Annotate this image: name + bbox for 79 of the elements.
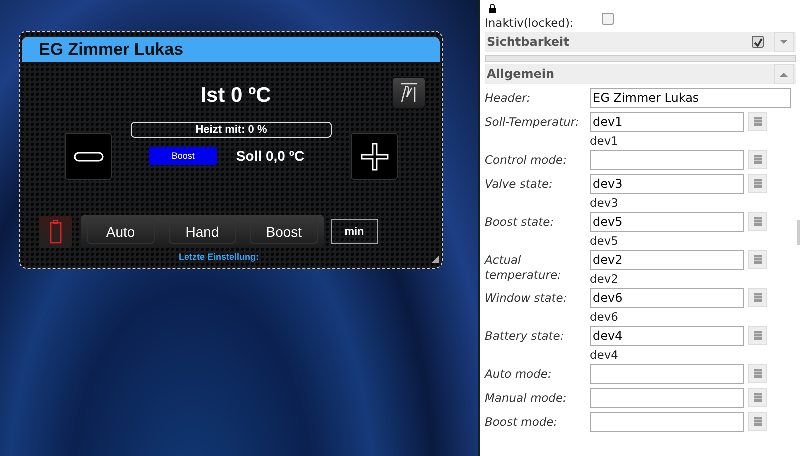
mode-button[interactable]: Boost xyxy=(250,219,318,244)
field-label: Control mode: xyxy=(485,152,568,168)
field-label: Auto mode: xyxy=(485,366,553,382)
actual-temperature: Ist 0 ºC xyxy=(200,84,272,108)
increase-button[interactable] xyxy=(351,133,398,180)
collapse-icon xyxy=(780,72,788,76)
section-header[interactable]: Allgemein xyxy=(485,64,796,84)
list-icon xyxy=(754,293,762,302)
list-icon xyxy=(754,155,762,164)
field-label: Window state: xyxy=(485,290,568,306)
binding-input[interactable] xyxy=(590,364,744,384)
select-object-button[interactable] xyxy=(748,250,767,269)
locked-label: Inaktiv(locked): xyxy=(485,16,574,30)
field-label: Header: xyxy=(485,90,532,106)
select-object-button[interactable] xyxy=(748,388,767,407)
mode-button[interactable]: Auto xyxy=(87,219,155,244)
binding-input[interactable] xyxy=(590,150,744,170)
binding-hint: dev2 xyxy=(590,271,620,287)
text-input[interactable]: EG Zimmer Lukas xyxy=(590,88,791,108)
list-icon xyxy=(754,393,762,402)
binding-input[interactable] xyxy=(590,412,744,432)
binding-input[interactable]: dev6 xyxy=(590,288,744,308)
field-label: Boost state: xyxy=(485,214,556,230)
setpoint-temperature: Soll 0,0 ºC xyxy=(236,148,305,164)
section-toggle[interactable] xyxy=(774,64,794,84)
binding-hint: dev1 xyxy=(590,133,620,149)
plus-icon xyxy=(360,142,390,172)
list-icon xyxy=(754,417,762,426)
field-label: Manual mode: xyxy=(485,390,568,406)
section-header[interactable]: Sichtbarkeit xyxy=(485,32,796,52)
select-object-button[interactable] xyxy=(748,364,767,383)
visibility-checkbox[interactable] xyxy=(752,36,764,48)
list-icon xyxy=(754,255,762,264)
list-icon xyxy=(754,117,762,126)
scrollbar[interactable] xyxy=(797,220,800,245)
binding-input[interactable]: dev3 xyxy=(590,174,744,194)
boost-badge: Boost xyxy=(149,147,218,165)
binding-input[interactable]: dev2 xyxy=(590,250,744,270)
section-title: Allgemein xyxy=(487,67,556,81)
select-object-button[interactable] xyxy=(748,212,767,231)
field-label: Soll-Temperatur: xyxy=(485,114,580,130)
list-icon xyxy=(754,369,762,378)
battery-icon xyxy=(50,220,62,244)
select-object-button[interactable] xyxy=(748,288,767,307)
minus-icon xyxy=(74,150,104,162)
heating-indicator: Heizt mit: 0 % xyxy=(131,122,332,138)
lock-icon xyxy=(489,4,496,13)
field-label: Boost mode: xyxy=(485,414,559,430)
binding-hint: dev3 xyxy=(590,195,620,211)
decrease-button[interactable] xyxy=(65,133,112,180)
resize-handle-icon[interactable] xyxy=(432,256,439,263)
minutes-field[interactable]: min xyxy=(331,219,378,244)
window-state-button[interactable] xyxy=(392,77,426,109)
binding-input[interactable] xyxy=(590,388,744,408)
select-object-button[interactable] xyxy=(748,174,767,193)
binding-hint: dev4 xyxy=(590,347,620,363)
binding-input[interactable]: dev4 xyxy=(590,326,744,346)
field-label: Actual temperature: xyxy=(485,252,562,283)
list-icon xyxy=(754,331,762,340)
field-label: Battery state: xyxy=(485,328,566,344)
select-object-button[interactable] xyxy=(748,326,767,345)
list-icon xyxy=(754,217,762,226)
field-label: Valve state: xyxy=(485,176,554,192)
list-icon xyxy=(754,179,762,188)
section-toggle[interactable] xyxy=(774,32,794,52)
select-object-button[interactable] xyxy=(748,150,767,169)
binding-input[interactable]: dev5 xyxy=(590,212,744,232)
window-icon xyxy=(398,82,420,104)
select-object-button[interactable] xyxy=(748,112,767,131)
last-setting-label: Letzte Einstellung: xyxy=(178,252,259,262)
binding-hint: dev5 xyxy=(590,233,620,249)
expand-icon xyxy=(780,40,788,44)
binding-input[interactable]: dev1 xyxy=(590,112,744,132)
locked-checkbox[interactable] xyxy=(602,13,614,25)
binding-hint: dev6 xyxy=(590,309,620,325)
section-title: Sichtbarkeit xyxy=(487,35,570,49)
select-object-button[interactable] xyxy=(748,412,767,431)
mode-button[interactable]: Hand xyxy=(168,219,236,244)
widget-title: EG Zimmer Lukas xyxy=(39,40,184,60)
